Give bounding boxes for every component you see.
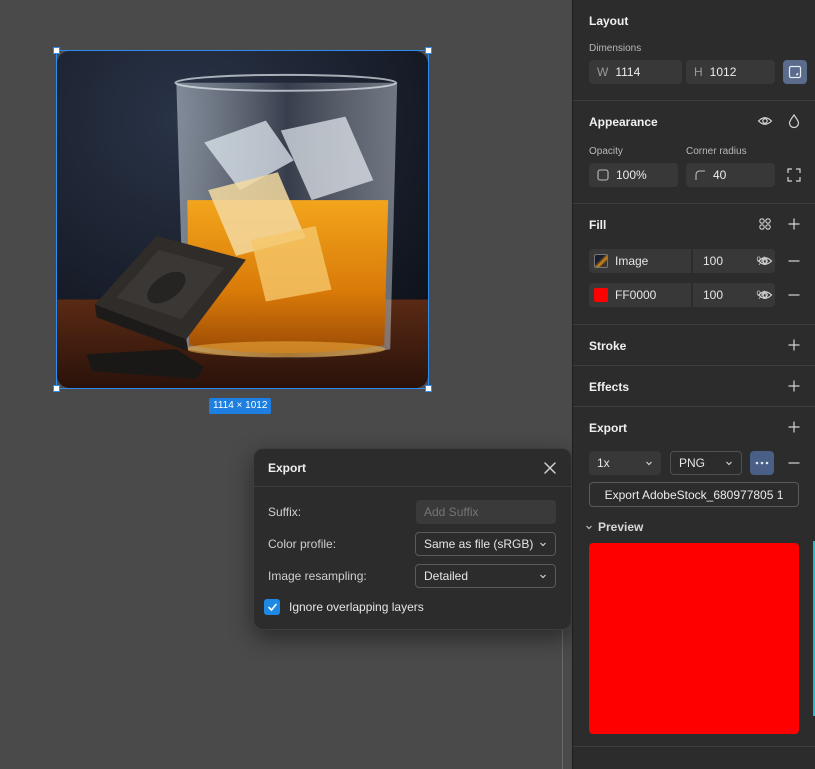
opacity-value: 100% <box>616 168 647 182</box>
color-profile-row: Color profile: Same as file (sRGB) <box>268 532 556 556</box>
add-stroke-plus-icon[interactable] <box>786 337 802 353</box>
export-title: Export <box>589 421 628 435</box>
ignore-overlap-label: Ignore overlapping layers <box>289 600 424 614</box>
export-settings-popover: Export Suffix: Color profile: Same as fi… <box>253 448 572 630</box>
divider <box>573 746 815 747</box>
fill-item-image[interactable]: Image 100 % <box>589 249 775 273</box>
width-prefix: W <box>597 65 609 79</box>
corner-radius-field[interactable]: 40 <box>686 163 775 187</box>
eye-icon[interactable] <box>757 287 773 303</box>
height-value: 1012 <box>709 65 737 79</box>
whiskey-photo <box>57 51 428 388</box>
eye-icon[interactable] <box>757 253 773 269</box>
independent-corners-icon[interactable] <box>786 167 802 183</box>
suffix-row: Suffix: <box>268 500 556 524</box>
resize-handle-bottom-left[interactable] <box>53 385 60 392</box>
corner-radius-value: 40 <box>713 168 727 182</box>
color-profile-select[interactable]: Same as file (sRGB) <box>415 532 556 556</box>
canvas-guide-line <box>562 630 563 769</box>
opacity-label: Opacity <box>589 146 623 157</box>
export-scale-value: 1x <box>597 456 610 470</box>
styles-grid-icon[interactable] <box>757 216 773 232</box>
export-preview <box>589 543 799 734</box>
divider <box>573 406 815 407</box>
ignore-overlap-checkbox[interactable] <box>264 599 280 615</box>
image-thumbnail <box>594 254 608 268</box>
export-format-value: PNG <box>679 456 706 470</box>
add-effect-plus-icon[interactable] <box>786 378 802 394</box>
chevron-down-icon <box>540 574 546 579</box>
corner-radius-label: Corner radius <box>686 146 747 157</box>
close-icon[interactable] <box>543 461 557 475</box>
popover-title: Export <box>268 460 307 475</box>
remove-fill-minus-icon[interactable] <box>786 253 802 269</box>
color-swatch[interactable] <box>594 288 608 302</box>
canvas[interactable]: 1114 × 1012 Export Suffix: Color profile… <box>0 0 572 769</box>
fill-name-field[interactable]: Image <box>589 249 691 273</box>
resize-handle-top-right[interactable] <box>425 47 432 54</box>
add-export-plus-icon[interactable] <box>786 419 802 435</box>
check-icon <box>267 603 277 611</box>
remove-fill-minus-icon[interactable] <box>786 287 802 303</box>
width-field[interactable]: W 1114 <box>589 60 682 84</box>
opacity-icon <box>597 169 609 181</box>
properties-panel: Layout Dimensions W 1114 H 1012 Appearan… <box>572 0 815 769</box>
chevron-down-icon <box>586 525 592 530</box>
layout-title: Layout <box>589 14 629 28</box>
image-frame-selection[interactable] <box>53 47 432 392</box>
add-fill-plus-icon[interactable] <box>786 216 802 232</box>
popover-header: Export <box>254 449 571 487</box>
divider <box>573 324 815 325</box>
suffix-label: Suffix: <box>268 505 302 519</box>
appearance-title: Appearance <box>589 115 658 129</box>
export-settings-button[interactable] <box>750 451 774 475</box>
preview-toggle[interactable]: Preview <box>585 520 643 534</box>
stroke-title: Stroke <box>589 339 627 353</box>
resampling-select[interactable]: Detailed <box>415 564 556 588</box>
export-scale-select[interactable]: 1x <box>589 451 661 475</box>
resampling-row: Image resampling: Detailed <box>268 564 556 588</box>
resize-icon <box>788 65 802 79</box>
color-profile-label: Color profile: <box>268 537 337 551</box>
size-badge: 1114 × 1012 <box>209 398 272 414</box>
drop-icon[interactable] <box>786 113 802 129</box>
ignore-overlap-row: Ignore overlapping layers <box>264 599 424 615</box>
remove-export-minus-icon[interactable] <box>786 455 802 471</box>
export-button[interactable]: Export AdobeStock_680977805 1 <box>589 482 799 507</box>
chevron-down-icon <box>726 461 732 466</box>
height-prefix: H <box>694 65 703 79</box>
chevron-down-icon <box>646 461 652 466</box>
opacity-field[interactable]: 100% <box>589 163 678 187</box>
resize-handle-top-left[interactable] <box>53 47 60 54</box>
width-value: 1114 <box>615 65 641 79</box>
resampling-label: Image resampling: <box>268 569 367 583</box>
divider <box>573 203 815 204</box>
height-field[interactable]: H 1012 <box>686 60 775 84</box>
eye-icon[interactable] <box>757 113 773 129</box>
fill-name: Image <box>615 254 649 268</box>
suffix-input[interactable] <box>416 500 556 524</box>
fill-item-color[interactable]: FF0000 100 % <box>589 283 775 307</box>
preview-label: Preview <box>598 520 644 534</box>
divider <box>573 365 815 366</box>
fill-opacity-value: 100 <box>703 254 724 268</box>
color-profile-value: Same as file (sRGB) <box>424 537 534 551</box>
resize-handle-bottom-right[interactable] <box>425 385 432 392</box>
fill-title: Fill <box>589 218 607 232</box>
divider <box>573 100 815 101</box>
fill-opacity-value: 100 <box>703 288 724 302</box>
resampling-value: Detailed <box>424 569 469 583</box>
corner-radius-icon <box>695 170 705 180</box>
export-format-select[interactable]: PNG <box>670 451 742 475</box>
effects-title: Effects <box>589 380 630 394</box>
chevron-down-icon <box>540 542 546 547</box>
fill-hex: FF0000 <box>615 288 657 302</box>
resize-to-fit-button[interactable] <box>783 60 807 84</box>
more-dots-icon <box>755 461 769 465</box>
fill-name-field[interactable]: FF0000 <box>589 283 691 307</box>
dimensions-label: Dimensions <box>589 43 642 54</box>
